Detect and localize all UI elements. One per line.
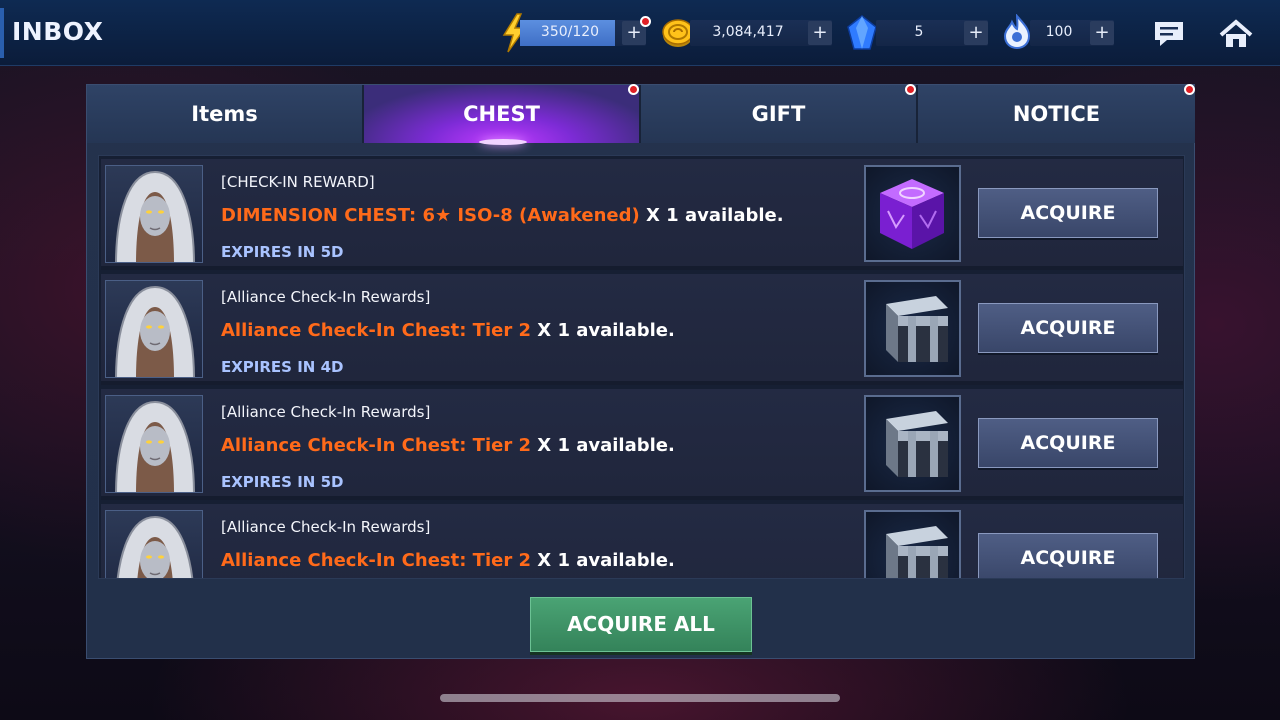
sender-avatar [105,165,203,263]
notification-dot [628,84,639,95]
home-icon [1216,19,1256,58]
reward-quantity: X 1 available. [537,320,675,341]
tab-bar: Items CHEST GIFT NOTICE [87,84,1196,145]
reward-item-name: Alliance Check-In Chest: Tier 2 [221,435,532,456]
reward-icon-frame [864,395,961,492]
energy-value: 350/120 [540,24,600,40]
mail-description: Alliance Check-In Chest: Tier 2 X 1 avai… [221,435,675,456]
reward-item-name: DIMENSION CHEST: 6★ ISO-8 (Awakened) [221,205,640,226]
metal-chest-icon [866,411,959,494]
mail-row: [Alliance Check-In Rewards] Alliance Che… [101,504,1183,578]
page-title: INBOX [12,17,104,46]
mail-title: [Alliance Check-In Rewards] [221,518,431,536]
reward-quantity: X 1 available. [646,205,784,226]
reward-item-name: Alliance Check-In Chest: Tier 2 [221,320,532,341]
mail-description: Alliance Check-In Chest: Tier 2 X 1 avai… [221,550,675,571]
mail-row: [CHECK-IN REWARD] DIMENSION CHEST: 6★ IS… [101,159,1183,270]
mail-list[interactable]: [CHECK-IN REWARD] DIMENSION CHEST: 6★ IS… [98,155,1185,579]
reward-item-name: Alliance Check-In Chest: Tier 2 [221,550,532,571]
tab-notice[interactable]: NOTICE [918,84,1195,143]
blue-flame-icon [1002,13,1032,54]
tab-chest[interactable]: CHEST [364,84,641,145]
energy-notification-dot [640,16,651,27]
reward-icon-frame [864,280,961,377]
inbox-panel: Items CHEST GIFT NOTICE [CHECK-IN REWARD… [86,84,1195,659]
crystal-value: 5 [914,24,924,40]
tab-label: NOTICE [1012,102,1101,126]
title-accent [0,8,4,58]
expiry-text: EXPIRES IN 4D [221,358,344,376]
gold-plus-button[interactable]: + [808,21,832,45]
mail-title: [CHECK-IN REWARD] [221,173,375,191]
tab-label: Items [191,102,258,126]
mail-description: DIMENSION CHEST: 6★ ISO-8 (Awakened) X 1… [221,205,784,226]
acquire-all-button[interactable]: ACQUIRE ALL [530,597,752,652]
flame-value: 100 [1045,24,1073,40]
mail-description: Alliance Check-In Chest: Tier 2 X 1 avai… [221,320,675,341]
sender-avatar [105,395,203,493]
top-bar: INBOX 350/120 + 3,084,417 + 5 + 100 + [0,0,1280,66]
reward-quantity: X 1 available. [537,550,675,571]
purple-cube-chest-icon [866,179,959,264]
mail-title: [Alliance Check-In Rewards] [221,288,431,306]
gold-value: 3,084,417 [712,24,784,40]
tab-items[interactable]: Items [87,85,364,143]
acquire-button[interactable]: ACQUIRE [978,533,1158,578]
sender-avatar [105,510,203,578]
reward-quantity: X 1 available. [537,435,675,456]
energy-counter[interactable]: 350/120 + [520,20,646,46]
crystal-counter[interactable]: 5 + [876,20,988,46]
home-indicator-bar[interactable] [440,694,840,702]
reward-icon-frame [864,165,961,262]
chat-icon [1149,22,1189,58]
mail-title: [Alliance Check-In Rewards] [221,403,431,421]
chat-button[interactable] [1149,14,1189,54]
mail-row: [Alliance Check-In Rewards] Alliance Che… [101,274,1183,385]
reward-icon-frame [864,510,961,578]
expiry-text: EXPIRES IN 5D [221,243,344,261]
expiry-text: EXPIRES IN 5D [221,473,344,491]
acquire-button[interactable]: ACQUIRE [978,188,1158,238]
mail-row: [Alliance Check-In Rewards] Alliance Che… [101,389,1183,500]
metal-chest-icon [866,296,959,379]
flame-plus-button[interactable]: + [1090,21,1114,45]
tab-label: CHEST [463,102,540,126]
gold-counter[interactable]: 3,084,417 + [690,20,832,46]
sender-avatar [105,280,203,378]
crystal-plus-button[interactable]: + [964,21,988,45]
acquire-button[interactable]: ACQUIRE [978,418,1158,468]
notification-dot [1184,84,1195,95]
acquire-button[interactable]: ACQUIRE [978,303,1158,353]
flame-counter[interactable]: 100 + [1030,20,1114,46]
tab-label: GIFT [751,102,806,126]
blue-crystal-icon [846,15,878,55]
tab-gift[interactable]: GIFT [641,84,918,143]
notification-dot [905,84,916,95]
home-button[interactable] [1216,14,1256,54]
